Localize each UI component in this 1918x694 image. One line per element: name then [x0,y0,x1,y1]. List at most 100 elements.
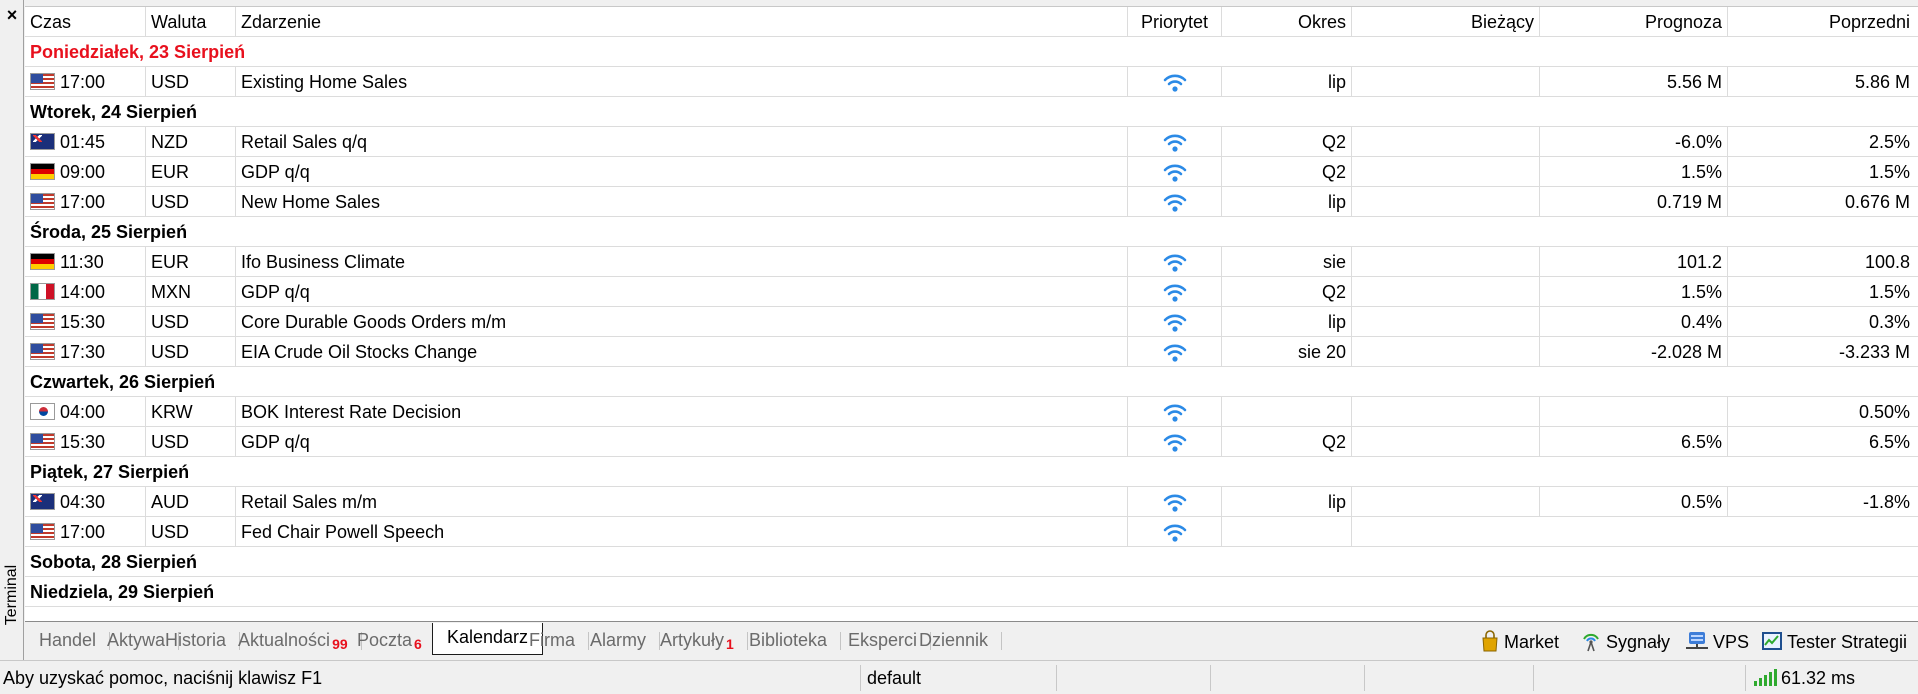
column-header-period[interactable]: Okres [1221,7,1351,37]
country-flag-nz-icon [30,133,55,151]
column-header-current[interactable]: Bieżący [1351,7,1539,37]
event-time: 11:30 [25,247,145,277]
event-current [1351,427,1539,457]
priority-cell [1127,187,1221,217]
toolbar-market-button[interactable]: Market [1480,628,1559,656]
event-name[interactable]: Fed Chair Powell Speech [235,517,1153,547]
status-profile[interactable]: default [864,665,921,691]
event-time: 15:30 [25,427,145,457]
day-header-row: Sobota, 28 Sierpień [25,547,1918,577]
toolbar-tester-strategii-button[interactable]: Tester Strategii [1761,628,1907,656]
day-label: Niedziela, 29 Sierpień [30,582,215,602]
event-current [1351,127,1539,157]
country-flag-us-icon [30,343,55,361]
event-name[interactable]: GDP q/q [235,427,1153,457]
strategy-tester-icon [1761,632,1787,652]
day-label: Środa, 25 Sierpień [30,222,188,242]
table-row[interactable]: 11:30 EUR Ifo Business Climate sie 101.2 100.… [25,247,1918,277]
table-row[interactable]: 15:30 USD GDP q/q Q2 6.5% 6.5% [25,427,1918,457]
event-forecast: 1.5% [1539,277,1727,307]
table-row[interactable]: 04:30 AUD Retail Sales m/m lip 0.5% -1.8% [25,487,1918,517]
signal-bars-icon [1754,669,1777,687]
event-period: Q2 [1221,127,1351,157]
event-name[interactable]: BOK Interest Rate Decision [235,397,1153,427]
event-current [1351,487,1539,517]
terminal-tab-bar: Handel Aktywa Historia Aktualności 99 Poczta 6… [25,621,1918,659]
event-currency: USD [145,427,235,457]
table-header: Czas Waluta Zdarzenie Priorytet Okres Bi… [25,7,1918,37]
event-currency: USD [145,517,235,547]
event-period: Q2 [1221,157,1351,187]
event-previous: 0.50% [1727,397,1915,427]
event-currency: USD [145,307,235,337]
event-previous: 0.3% [1727,307,1915,337]
event-name[interactable]: GDP q/q [235,157,1153,187]
tab-aktualności[interactable]: Aktualności 99 [224,626,362,656]
event-currency: EUR [145,247,235,277]
event-name[interactable]: Core Durable Goods Orders m/m [235,307,1153,337]
status-connection[interactable]: 61.32 ms [1750,665,1855,691]
priority-cell [1127,67,1221,97]
table-row[interactable]: 09:00 EUR GDP q/q Q2 1.5% 1.5% [25,157,1918,187]
event-period: lip [1221,67,1351,97]
tab-poczta[interactable]: Poczta 6 [343,626,436,656]
event-name[interactable]: EIA Crude Oil Stocks Change [235,337,1153,367]
close-terminal-button[interactable]: × [0,2,24,28]
table-row[interactable]: 17:00 USD Fed Chair Powell Speech [25,517,1918,547]
event-forecast: 0.719 M [1539,187,1727,217]
event-currency: USD [145,67,235,97]
day-label: Sobota, 28 Sierpień [30,552,198,572]
table-row[interactable]: 15:30 USD Core Durable Goods Orders m/m lip… [25,307,1918,337]
column-header-currency[interactable]: Waluta [145,7,235,37]
terminal-vertical-label: Terminal [3,564,20,626]
column-header-previous[interactable]: Poprzedni [1727,7,1915,37]
column-header-event[interactable]: Zdarzenie [235,7,1153,37]
event-name[interactable]: New Home Sales [235,187,1153,217]
table-row[interactable]: 01:45 NZD Retail Sales q/q Q2 -6.0% 2.5% [25,127,1918,157]
country-flag-us-icon [30,313,55,331]
day-header-row: Wtorek, 24 Sierpień [25,97,1918,127]
event-name[interactable]: Retail Sales q/q [235,127,1153,157]
country-flag-de-icon [30,163,55,181]
country-flag-us-icon [30,73,55,91]
tab-dziennik[interactable]: Dziennik [905,626,1003,656]
event-currency: NZD [145,127,235,157]
event-name[interactable]: GDP q/q [235,277,1153,307]
event-forecast: 0.4% [1539,307,1727,337]
event-previous: -3.233 M [1727,337,1915,367]
table-row[interactable]: 17:30 USD EIA Crude Oil Stocks Change sie 2… [25,337,1918,367]
event-currency: AUD [145,487,235,517]
priority-cell [1127,337,1221,367]
event-name[interactable]: Existing Home Sales [235,67,1153,97]
event-period: sie 20 [1221,337,1351,367]
column-header-time[interactable]: Czas [25,7,145,37]
tab-biblioteka[interactable]: Biblioteka [735,626,842,656]
event-period [1221,517,1351,547]
event-name[interactable]: Retail Sales m/m [235,487,1153,517]
table-row[interactable]: 17:00 USD Existing Home Sales lip 5.56 M 5.86… [25,67,1918,97]
event-current [1351,337,1539,367]
country-flag-au-icon [30,493,55,511]
priority-signal-icon [1163,402,1187,422]
priority-signal-icon [1163,162,1187,182]
column-header-priority[interactable]: Priorytet [1127,7,1221,37]
event-current [1351,67,1539,97]
tab-artykuły[interactable]: Artykuły 1 [646,626,748,656]
toolbar-vps-button[interactable]: VPS [1685,628,1749,656]
table-row[interactable]: 14:00 MXN GDP q/q Q2 1.5% 1.5% [25,277,1918,307]
event-currency: USD [145,337,235,367]
tab-badge-count: 1 [726,636,734,652]
priority-signal-icon [1163,432,1187,452]
event-period: sie [1221,247,1351,277]
event-forecast: 6.5% [1539,427,1727,457]
event-time: 17:30 [25,337,145,367]
toolbar-sygnały-button[interactable]: Sygnały [1580,628,1670,656]
column-header-forecast[interactable]: Prognoza [1539,7,1727,37]
table-row[interactable]: 04:00 KRW BOK Interest Rate Decision 0.50% [25,397,1918,427]
event-period: Q2 [1221,277,1351,307]
event-time: 01:45 [25,127,145,157]
vps-server-icon [1685,632,1713,652]
country-flag-de-icon [30,253,55,271]
event-name[interactable]: Ifo Business Climate [235,247,1153,277]
table-row[interactable]: 17:00 USD New Home Sales lip 0.719 M 0.676 M [25,187,1918,217]
